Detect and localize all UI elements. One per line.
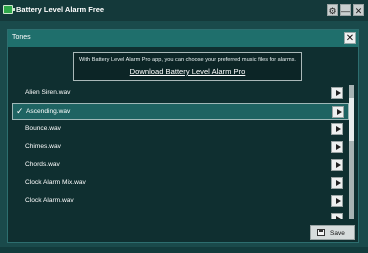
play-icon[interactable] [331, 87, 343, 99]
play-icon[interactable] [332, 106, 344, 118]
play-icon[interactable] [331, 159, 343, 171]
tone-list-item[interactable] [12, 211, 349, 219]
close-icon: ✕ [345, 33, 355, 44]
tone-list-item[interactable]: ✓ Ascending.wav [12, 103, 349, 120]
play-icon[interactable] [331, 213, 343, 219]
save-icon [317, 229, 325, 236]
gear-icon: ⚙ [328, 6, 337, 16]
check-icon: ✓ [16, 106, 24, 116]
close-icon: ✕ [354, 6, 363, 16]
minimize-icon: — [341, 6, 350, 16]
tone-list-item[interactable]: Clock Alarm.wav [12, 193, 349, 210]
play-icon[interactable] [331, 195, 343, 207]
save-label: Save [330, 229, 345, 237]
tone-list-item[interactable]: Chimes.wav [12, 139, 349, 156]
app-titlebar: Battery Level Alarm Free ⚙ — ✕ [0, 0, 368, 21]
settings-button[interactable]: ⚙ [327, 4, 338, 16]
tone-name: Chords.wav [25, 161, 60, 168]
scroll-thumb[interactable] [349, 98, 354, 141]
play-icon[interactable] [331, 177, 343, 189]
dialog-header: Tones ✕ [8, 30, 358, 47]
dialog-close-button[interactable]: ✕ [344, 32, 356, 44]
play-icon[interactable] [331, 123, 343, 135]
tone-list: Alien Siren.wav ✓ Ascending.wav Bounce.wav C… [12, 85, 356, 219]
tone-name: Alien Siren.wav [25, 89, 71, 96]
promo-box: With Battery Level Alarm Pro app, you ca… [73, 52, 302, 81]
tone-name: Clock Alarm Mix.wav [25, 179, 86, 186]
tone-list-item[interactable]: Alien Siren.wav [12, 85, 349, 102]
tone-name: Chimes.wav [25, 143, 61, 150]
download-pro-link[interactable]: Download Battery Level Alarm Pro [74, 67, 301, 76]
tone-name: Clock Alarm.wav [25, 197, 74, 204]
tone-list-item[interactable]: Clock Alarm Mix.wav [12, 175, 349, 192]
tones-dialog: Tones ✕ With Battery Level Alarm Pro app… [7, 29, 359, 243]
battery-icon [3, 5, 15, 14]
minimize-button[interactable]: — [340, 4, 351, 16]
tone-name: Bounce.wav [25, 125, 61, 132]
close-window-button[interactable]: ✕ [353, 4, 364, 16]
tone-list-item[interactable]: Bounce.wav [12, 121, 349, 138]
promo-text: With Battery Level Alarm Pro app, you ca… [78, 57, 296, 63]
save-button[interactable]: Save [310, 225, 355, 240]
scrollbar[interactable] [349, 85, 354, 219]
dialog-title: Tones [12, 34, 31, 41]
window-bottom-edge [0, 247, 368, 253]
tone-list-item[interactable]: Chords.wav [12, 157, 349, 174]
play-icon[interactable] [331, 141, 343, 153]
app-title: Battery Level Alarm Free [16, 5, 105, 14]
tone-name: Ascending.wav [26, 108, 71, 115]
